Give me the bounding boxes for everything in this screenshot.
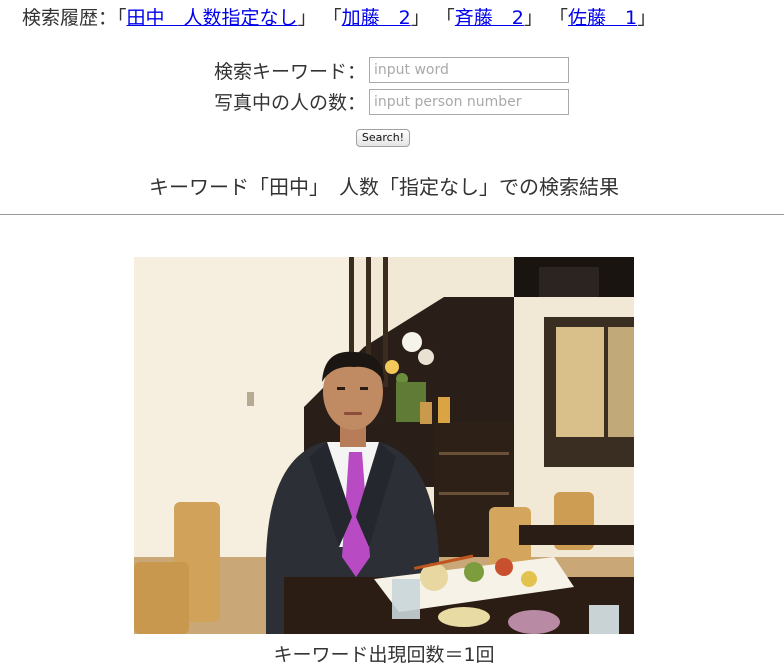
open-bracket: 「: [435, 7, 455, 29]
divider: [0, 214, 784, 215]
history-link-saito[interactable]: 斉藤 2: [455, 7, 524, 29]
search-history-label: 検索履歴：: [22, 7, 118, 29]
search-button[interactable]: Search!: [356, 129, 410, 147]
result-title: キーワード「田中」 人数「指定なし」での検索結果: [149, 175, 619, 199]
keyword-count-caption: キーワード出現回数＝1回: [273, 644, 495, 666]
open-bracket: 「: [117, 7, 127, 29]
keyword-input[interactable]: [369, 57, 569, 83]
keyword-label: 検索キーワード：: [213, 61, 366, 83]
history-link-tanaka[interactable]: 田中 人数指定なし: [127, 7, 298, 29]
close-bracket: 」: [523, 7, 543, 29]
person-count-input[interactable]: [369, 89, 569, 115]
close-bracket: 」: [297, 7, 317, 29]
search-history: 検索履歴：「田中 人数指定なし」 「加藤 2」 「斉藤 2」 「佐藤 1」: [22, 4, 656, 32]
result-photo: [134, 257, 634, 634]
history-link-sato[interactable]: 佐藤 1: [568, 7, 637, 29]
person-count-label: 写真中の人の数：: [213, 92, 366, 114]
history-link-kato[interactable]: 加藤 2: [342, 7, 411, 29]
open-bracket: 「: [548, 7, 568, 29]
close-bracket: 」: [410, 7, 430, 29]
close-bracket: 」: [637, 7, 657, 29]
open-bracket: 「: [322, 7, 342, 29]
photo-illustration: [134, 257, 634, 634]
